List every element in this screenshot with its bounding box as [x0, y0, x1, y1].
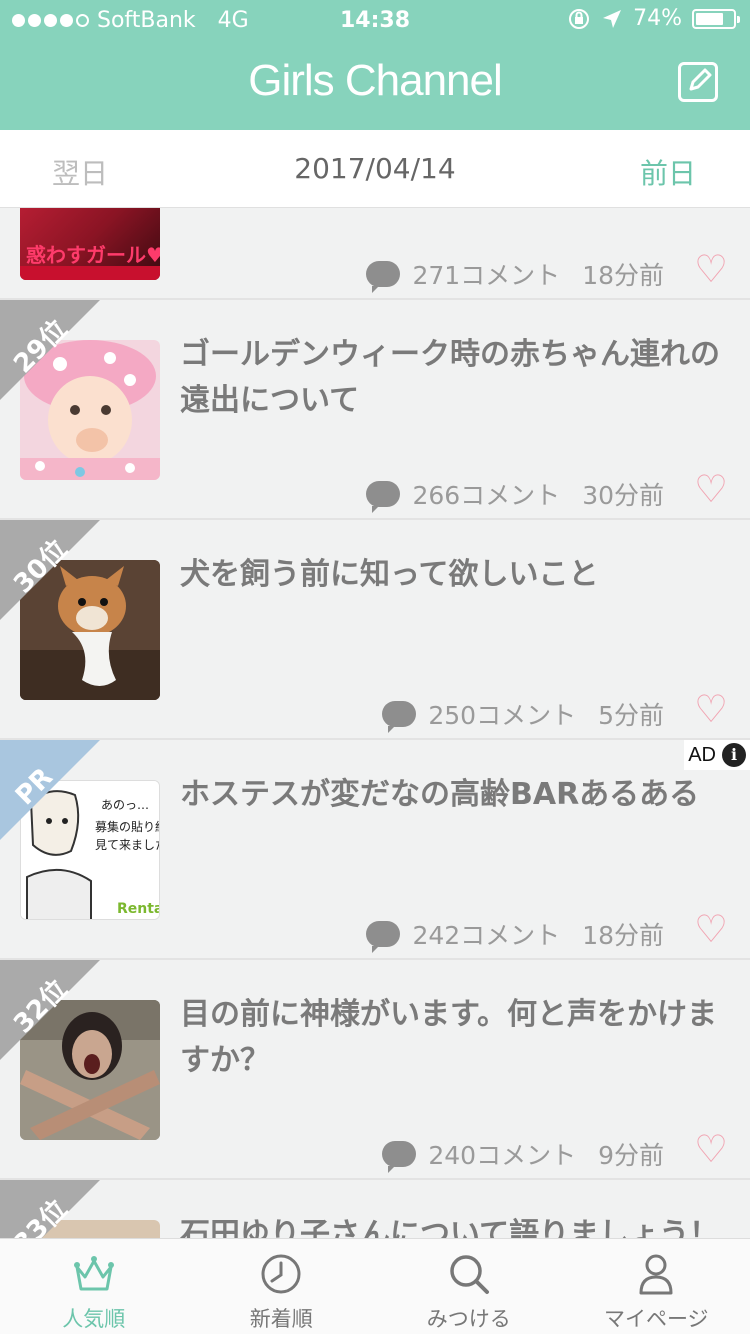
current-date: 2017/04/14 [294, 152, 456, 185]
battery-percent: 74% [633, 6, 682, 31]
comment-bubble-icon [366, 921, 401, 953]
topic-row[interactable]: 29位 ゴールデンウィーク時の赤ちゃん連れの遠出について 266コメント 30分… [0, 300, 750, 520]
topic-meta: 250コメント 5分前 [382, 696, 664, 733]
topic-title[interactable]: 目の前に神様がいます。何と声をかけますか？ [180, 992, 730, 1084]
topic-meta: 242コメント 18分前 [366, 916, 664, 953]
topic-title[interactable]: ホステスが変だなの高齢BARあるある [180, 772, 730, 818]
previous-day-button[interactable]: 前日 [640, 152, 696, 192]
clock-icon [261, 1254, 301, 1294]
posted-time: 9分前 [598, 1141, 664, 1170]
favorite-heart-icon[interactable]: ♡ [694, 250, 728, 288]
search-icon [450, 1255, 489, 1294]
app-title: Girls Channel [248, 56, 503, 105]
status-right: 74% [567, 6, 740, 31]
ad-badge[interactable]: AD i [684, 740, 750, 770]
rotation-lock-icon [569, 8, 590, 29]
date-navigation: 翌日 2017/04/14 前日 [0, 130, 750, 208]
topic-list[interactable]: 惑わすガール♥ 271コメント 18分前 ♡ 29位 ゴールデンウィーク時の赤ち… [0, 208, 750, 1238]
favorite-heart-icon[interactable]: ♡ [694, 1130, 728, 1168]
posted-time: 18分前 [582, 261, 664, 290]
status-bar: SoftBank 4G 14:38 74% [0, 0, 750, 40]
battery-icon [692, 8, 740, 29]
posted-time: 18分前 [582, 921, 664, 950]
tab-label: みつける [426, 1307, 511, 1331]
tab-label: 人気順 [62, 1307, 126, 1331]
svg-text:あのっ…: あのっ… [101, 798, 149, 812]
posted-time: 5分前 [598, 701, 664, 730]
comment-count: 240コメント [428, 1141, 577, 1170]
comment-count: 250コメント [428, 701, 577, 730]
favorite-heart-icon[interactable]: ♡ [694, 470, 728, 508]
favorite-heart-icon[interactable]: ♡ [694, 910, 728, 948]
crown-icon [73, 1256, 114, 1291]
svg-text:見て来ました: 見て来ました [95, 838, 160, 852]
location-arrow-icon [603, 9, 622, 28]
tab-bar: 人気順 新着順 みつける マイページ [0, 1238, 750, 1334]
tab-label: マイページ [603, 1307, 709, 1331]
compose-icon [689, 68, 712, 91]
topic-meta: 240コメント 9分前 [382, 1136, 664, 1173]
tab-popular[interactable]: 人気順 [0, 1239, 188, 1334]
comment-bubble-icon [382, 1141, 417, 1173]
topic-title[interactable]: 犬を飼う前に知って欲しいこと [180, 552, 730, 598]
comment-count: 242コメント [412, 921, 561, 950]
svg-text:惑わすガール♥: 惑わすガール♥ [26, 243, 160, 267]
topic-row[interactable]: 32位 目の前に神様がいます。何と声をかけますか？ 240コメント 9分前 ♡ [0, 960, 750, 1180]
svg-text:募集の貼り紙: 募集の貼り紙 [95, 819, 160, 834]
tab-newest[interactable]: 新着順 [188, 1239, 376, 1334]
svg-text:Rental: Rental [117, 901, 160, 917]
topic-title[interactable]: 石田ゆり子さんについて語りましょう！ [180, 1212, 730, 1238]
compose-button[interactable] [678, 62, 718, 102]
comment-bubble-icon [366, 481, 401, 513]
posted-time: 30分前 [582, 481, 664, 510]
person-icon [639, 1254, 673, 1295]
topic-row[interactable]: 30位 犬を飼う前に知って欲しいこと 250コメント 5分前 ♡ [0, 520, 750, 740]
topic-meta: 271コメント 18分前 [366, 256, 664, 293]
comment-bubble-icon [382, 701, 417, 733]
topic-row[interactable]: 惑わすガール♥ 271コメント 18分前 ♡ [0, 208, 750, 300]
ad-label: AD [688, 743, 716, 766]
comment-count: 271コメント [412, 261, 561, 290]
comment-bubble-icon [366, 261, 401, 293]
tab-mypage[interactable]: マイページ [563, 1239, 750, 1334]
topic-meta: 266コメント 30分前 [366, 476, 664, 513]
comment-count: 266コメント [412, 481, 561, 510]
tab-discover[interactable]: みつける [375, 1239, 563, 1334]
app-header: SoftBank 4G 14:38 74% Girls Channel [0, 0, 750, 130]
topic-title[interactable]: ゴールデンウィーク時の赤ちゃん連れの遠出について [180, 332, 730, 424]
topic-row[interactable]: 33位 石田ゆり子さんについて語りましょう！ [0, 1180, 750, 1238]
favorite-heart-icon[interactable]: ♡ [694, 690, 728, 728]
sponsored-row[interactable]: AD i PR あのっ… 募集の貼り紙 見て来ました Rental ホステスが変… [0, 740, 750, 960]
info-icon[interactable]: i [722, 743, 746, 767]
tab-label: 新着順 [249, 1307, 313, 1331]
topic-thumbnail: 惑わすガール♥ [20, 208, 160, 280]
